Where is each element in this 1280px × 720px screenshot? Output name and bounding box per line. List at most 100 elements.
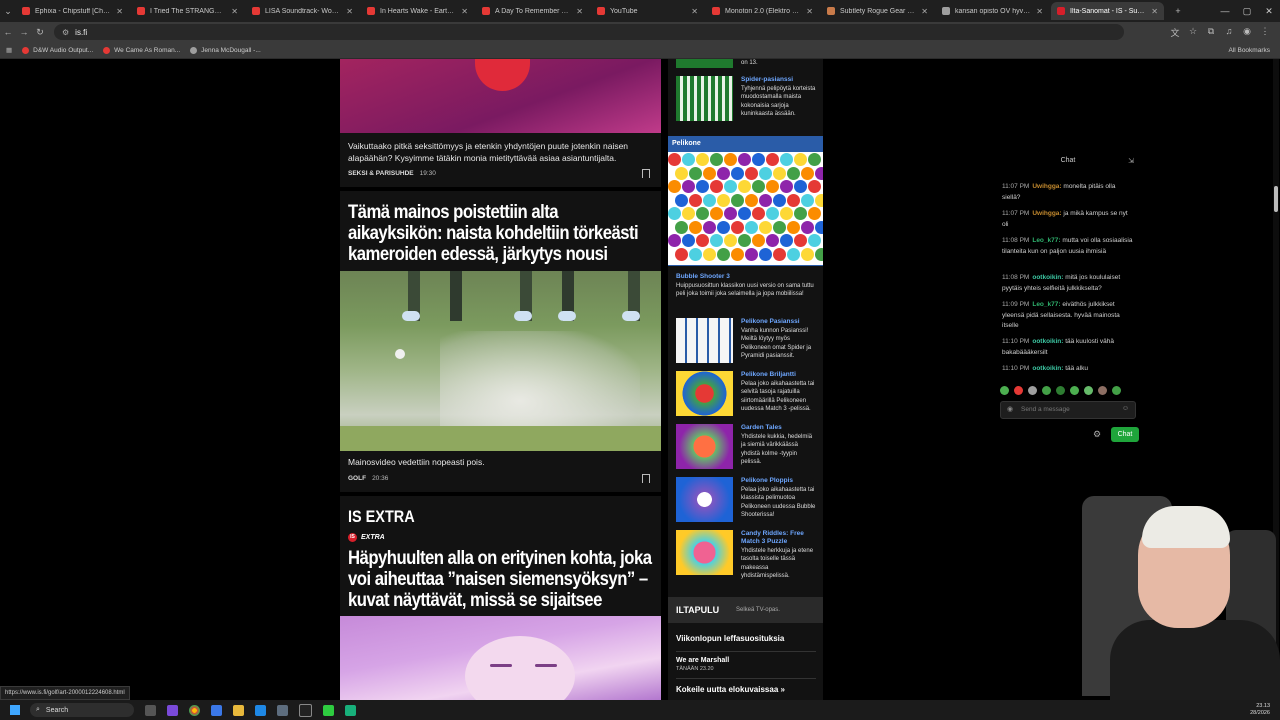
iltapulu-banner[interactable]: ILTAPULU Selkeä TV-opas. xyxy=(668,597,823,623)
system-clock[interactable]: 23.13 28/2026 xyxy=(1250,703,1270,717)
game-thumbnail[interactable] xyxy=(676,371,733,416)
close-window-icon[interactable]: ✕ xyxy=(1258,6,1280,17)
section-label[interactable]: SEKSI & PARISUHDE xyxy=(348,170,414,177)
chat-username[interactable]: Uwihgga: xyxy=(1032,210,1061,217)
profile-icon[interactable]: ◉ xyxy=(1238,26,1256,39)
tab-close-icon[interactable]: ✕ xyxy=(231,7,238,16)
game-list-item[interactable]: Garden Tales Yhdistele kukkia, hedelmiä j… xyxy=(668,424,823,474)
media-icon[interactable]: ♫ xyxy=(1220,26,1238,39)
windows-start-icon[interactable] xyxy=(10,705,20,715)
is-extra-heading[interactable]: IS EXTRA xyxy=(348,507,415,527)
translate-icon[interactable]: 文 xyxy=(1166,26,1184,39)
bookmark-item[interactable]: We Came As Roman... xyxy=(103,46,180,54)
game-list-item[interactable]: Pelikone Pasianssi Vanha kunnon Pasianssi… xyxy=(668,318,823,368)
task-view-icon[interactable] xyxy=(145,704,156,716)
browser-tab[interactable]: Monoton 2.0 (Elektro Pop) ✕ xyxy=(706,2,819,20)
browser-tab[interactable]: kansan opisto OV hyväksiluku ✕ xyxy=(936,2,1049,20)
bookmark-icon[interactable] xyxy=(642,169,650,178)
game-title[interactable]: Candy Riddles: Free Match 3 Puzzle xyxy=(741,530,819,546)
emote-icon[interactable] xyxy=(1070,386,1079,395)
tab-search-icon[interactable]: ⌄ xyxy=(0,6,16,17)
file-explorer-icon[interactable] xyxy=(233,704,244,716)
browser-tab[interactable]: In Hearts Wake - Earthwalker ✕ xyxy=(361,2,474,20)
edge-icon[interactable] xyxy=(255,704,266,716)
section-label[interactable]: GOLF xyxy=(348,475,366,482)
store-icon[interactable] xyxy=(211,704,222,716)
iltapulu-item-1[interactable]: Viikonlopun leffasuosituksia xyxy=(676,634,784,643)
article-image-3[interactable] xyxy=(340,616,661,700)
minimize-icon[interactable]: — xyxy=(1214,6,1236,16)
new-tab-button[interactable]: + xyxy=(1170,6,1186,16)
game-title-bubble-shooter[interactable]: Bubble Shooter 3 xyxy=(676,273,730,280)
reload-icon[interactable]: ↻ xyxy=(32,27,48,38)
bookmark-item[interactable]: D&W Audio Output... xyxy=(22,46,93,54)
emote-icon[interactable] xyxy=(1112,386,1121,395)
extensions-icon[interactable]: ⧉ xyxy=(1202,26,1220,39)
article-image-2[interactable] xyxy=(340,271,661,451)
emote-icon[interactable] xyxy=(1042,386,1051,395)
tab-close-icon[interactable]: ✕ xyxy=(1036,7,1043,16)
tab-close-icon[interactable]: ✕ xyxy=(576,7,583,16)
emoji-icon[interactable]: ☺ xyxy=(1122,405,1129,412)
site-info-icon[interactable]: ⚙ xyxy=(62,28,69,37)
game-thumbnail[interactable] xyxy=(676,477,733,522)
chat-username[interactable]: ootkoikin: xyxy=(1032,274,1063,281)
chat-username[interactable]: ootkoikin: xyxy=(1032,365,1063,372)
pelikone-banner[interactable]: Pelikone xyxy=(668,136,823,266)
menu-icon[interactable]: ⋮ xyxy=(1256,26,1274,39)
game-title[interactable]: Pelikone Ploppis xyxy=(741,477,819,485)
popout-icon[interactable]: ⇲ xyxy=(1128,157,1134,165)
tab-close-icon[interactable]: ✕ xyxy=(461,7,468,16)
article-headline-3[interactable]: Häpyhuulten alla on erityinen kohta, jok… xyxy=(348,548,652,611)
taskbar-search[interactable]: ⌕ Search xyxy=(30,703,134,717)
game-title-spider[interactable]: Spider-pasianssi xyxy=(741,76,819,84)
game-list-item[interactable]: Pelikone Briljantti Pelaa joko aikahaaste… xyxy=(668,371,823,421)
browser-tab[interactable]: A Day To Remember - Homes ✕ xyxy=(476,2,589,20)
game-thumbnail[interactable] xyxy=(676,424,733,469)
browser-tab[interactable]: Ephixa - Chipstuff [Chill Out] ✕ xyxy=(16,2,129,20)
maximize-icon[interactable]: ▢ xyxy=(1236,6,1258,17)
browser-tab[interactable]: I Tried The STRANGEST Food ✕ xyxy=(131,2,244,20)
chat-settings-icon[interactable]: ◉ xyxy=(1007,405,1013,413)
tab-close-icon[interactable]: ✕ xyxy=(346,7,353,16)
iltapulu-item-2[interactable]: We are Marshall xyxy=(676,657,729,664)
article-caption-2[interactable]: Mainosvideo vedettiin nopeasti pois. xyxy=(348,457,485,467)
bookmark-star-icon[interactable]: ☆ xyxy=(1184,26,1202,39)
forward-icon[interactable]: → xyxy=(16,27,32,37)
bookmark-icon[interactable] xyxy=(642,474,650,483)
game-thumbnail[interactable] xyxy=(676,59,733,68)
iltapulu-item-3[interactable]: Kokeile uutta elokuvaissaa » xyxy=(676,685,785,694)
chat-send-button[interactable]: Chat xyxy=(1111,427,1139,442)
chat-username[interactable]: Leo_k77: xyxy=(1032,237,1060,244)
game-title[interactable]: Garden Tales xyxy=(741,424,819,432)
tab-close-icon[interactable]: ✕ xyxy=(691,7,698,16)
game-title[interactable]: Pelikone Briljantti xyxy=(741,371,819,379)
chat-username[interactable]: Uwihgga: xyxy=(1032,183,1061,190)
emote-icon[interactable] xyxy=(1056,386,1065,395)
bookmark-item[interactable]: Jenna McDougall -... xyxy=(190,46,261,54)
tab-close-icon[interactable]: ✕ xyxy=(921,7,928,16)
emote-icon[interactable] xyxy=(1000,386,1009,395)
media-player-icon[interactable] xyxy=(323,704,334,716)
emote-icon[interactable] xyxy=(1084,386,1093,395)
scrollbar-thumb[interactable] xyxy=(1274,186,1278,212)
emote-icon[interactable] xyxy=(1098,386,1107,395)
obs-icon[interactable] xyxy=(345,704,356,716)
game-thumbnail[interactable] xyxy=(676,530,733,575)
tab-close-icon[interactable]: ✕ xyxy=(116,7,123,16)
emote-icon[interactable] xyxy=(1028,386,1037,395)
spider-thumbnail[interactable] xyxy=(676,76,733,121)
chat-username[interactable]: Leo_k77: xyxy=(1032,301,1060,308)
tab-close-icon[interactable]: ✕ xyxy=(1151,7,1158,16)
chat-message-input[interactable]: ◉ Send a message ☺ xyxy=(1000,401,1136,419)
game-thumbnail[interactable] xyxy=(676,318,733,363)
browser-tab[interactable]: Subtlety Rogue Gear and Best ✕ xyxy=(821,2,934,20)
article-teaser-1[interactable]: Vaikuttaako pitkä seksittömyys ja etenki… xyxy=(348,140,648,164)
browser-tab[interactable]: Ilta-Sanomat - IS - Suomen suu ✕ xyxy=(1051,2,1164,20)
chat-username[interactable]: ootkoikin: xyxy=(1032,338,1063,345)
chrome-icon[interactable] xyxy=(189,704,200,716)
browser-tab[interactable]: LISA Soundtrack- Work Hard ✕ xyxy=(246,2,359,20)
article-headline-2[interactable]: Tämä mainos poistettiin alta aikayksikön… xyxy=(348,202,652,265)
gear-icon[interactable]: ⚙ xyxy=(1093,429,1101,440)
game-title[interactable]: Pelikone Pasianssi xyxy=(741,318,819,326)
